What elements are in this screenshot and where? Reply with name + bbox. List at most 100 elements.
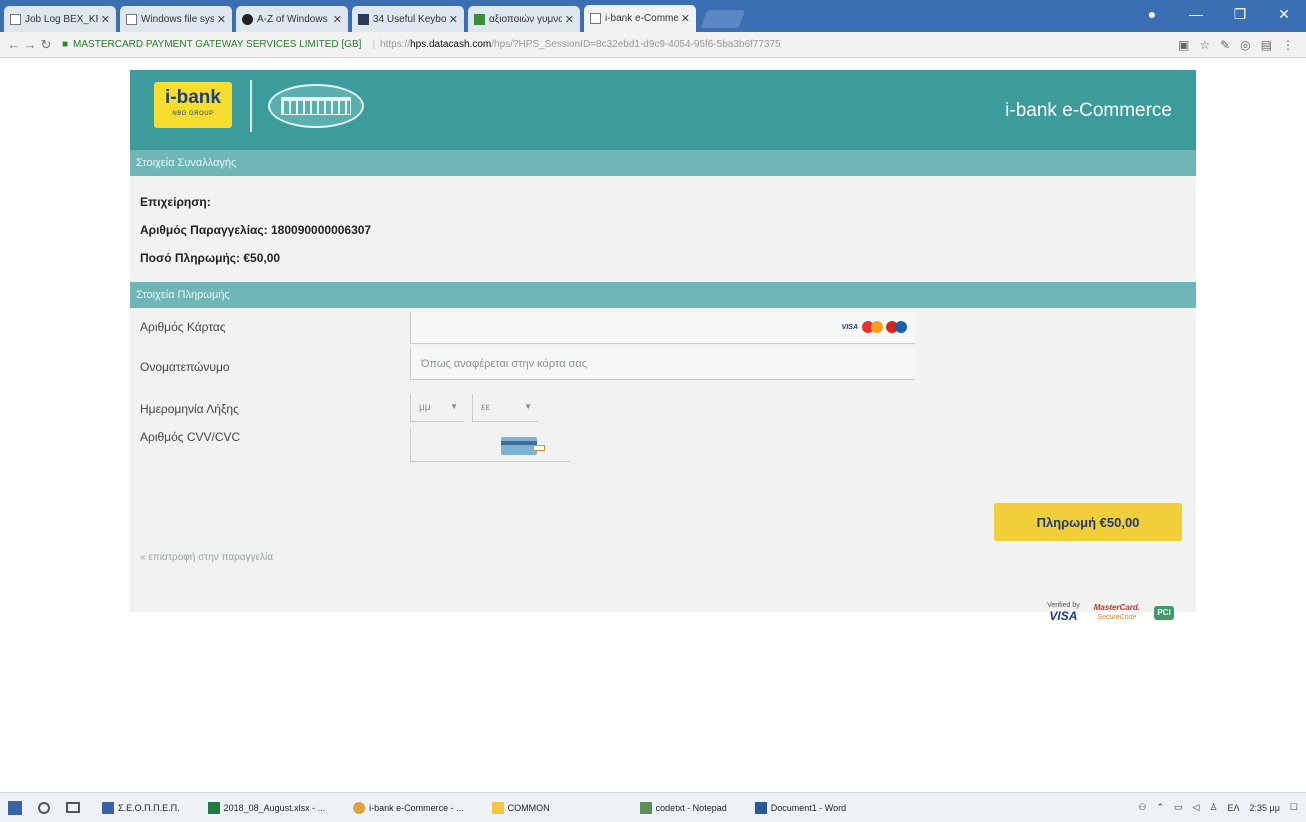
clock[interactable]: 2:35 μμ bbox=[1250, 803, 1280, 813]
close-tab-icon[interactable]: ✕ bbox=[449, 13, 458, 26]
extension-icon[interactable]: ▤ bbox=[1261, 38, 1272, 52]
url-separator: | bbox=[372, 39, 376, 50]
url-path: /hps/?HPS_SessionID=8c32ebd1-d9c9-4054-9… bbox=[491, 39, 781, 50]
taskbar-item[interactable]: 2018_08_August.xlsx - ... bbox=[207, 801, 325, 814]
security-badges: Verified by VISA MasterCard. SecureCode … bbox=[1047, 602, 1174, 631]
verified-by-visa-badge: Verified by VISA bbox=[1047, 602, 1080, 623]
browser-tab-bar: Job Log BEX_KRONOS_✕ Windows file system… bbox=[0, 0, 1306, 32]
language-indicator[interactable]: ΕΛ bbox=[1228, 803, 1240, 813]
windows-taskbar: Σ.Ε.Ο.Π.Π.Ε.Π. 2018_08_August.xlsx - ...… bbox=[0, 792, 1306, 822]
page-icon bbox=[126, 13, 137, 25]
system-tray: ⚇ ⌃ ▭ ◁ ♙ ΕΛ 2:35 μμ ☐ bbox=[1138, 802, 1306, 813]
payment-form: Αριθμός Κάρτας VISA Ονοματεπώνυμο Όπως α… bbox=[130, 308, 1196, 612]
ibank-logo: i-bank NBG GROUP bbox=[154, 82, 232, 128]
people-icon[interactable]: ⚇ bbox=[1138, 802, 1146, 813]
app-icon bbox=[102, 801, 114, 814]
minimize-icon[interactable]: — bbox=[1174, 6, 1218, 22]
close-tab-icon[interactable]: ✕ bbox=[333, 13, 342, 26]
extension-icon[interactable]: ◎ bbox=[1240, 38, 1250, 52]
pen-icon[interactable]: ✎ bbox=[1220, 38, 1230, 52]
card-number-input[interactable]: VISA bbox=[410, 312, 915, 344]
taskbar-item[interactable]: i-bank e-Commerce - ... bbox=[353, 801, 464, 814]
site-icon bbox=[358, 13, 369, 25]
pci-dss-badge: PCI DSS bbox=[1154, 605, 1174, 631]
order-number: Αριθμός Παραγγελίας: 180090000006307 bbox=[140, 223, 372, 237]
cardholder-label: Ονοματεπώνυμο bbox=[140, 360, 230, 374]
close-window-icon[interactable]: ✕ bbox=[1262, 6, 1306, 23]
card-back-cvv-icon bbox=[501, 437, 545, 455]
site-icon bbox=[242, 13, 253, 25]
merchant-label: Επιχείρηση: bbox=[140, 195, 211, 209]
taskbar-item[interactable]: COMMON bbox=[491, 801, 550, 814]
maximize-icon[interactable]: ❐ bbox=[1218, 6, 1262, 23]
dropdown-arrow-icon: ▼ bbox=[450, 402, 458, 411]
new-tab-button[interactable] bbox=[700, 10, 746, 28]
expiry-label: Ημερομηνία Λήξης bbox=[140, 402, 239, 416]
transaction-section-header: Στοιχεία Συναλλαγής bbox=[130, 150, 1196, 176]
cvv-label: Αριθμός CVV/CVC bbox=[140, 430, 241, 444]
close-tab-icon[interactable]: ✕ bbox=[101, 13, 110, 26]
user-icon[interactable]: ♙ bbox=[1209, 802, 1217, 813]
reload-icon[interactable]: ↻ bbox=[38, 37, 54, 53]
taskbar-item[interactable]: Σ.Ε.Ο.Π.Π.Ε.Π. bbox=[102, 801, 180, 814]
cardholder-placeholder: Όπως αναφέρεται στην κάρτα σας bbox=[421, 358, 588, 370]
browser-tab[interactable]: Windows file system utili✕ bbox=[120, 6, 232, 32]
transaction-details: Επιχείρηση: Αριθμός Παραγγελίας: 1800900… bbox=[130, 176, 1196, 282]
network-icon[interactable]: ▭ bbox=[1174, 802, 1183, 813]
visa-icon: VISA bbox=[841, 323, 858, 331]
payment-page: i-bank NBG GROUP i-bank e-Commerce Στοιχ… bbox=[130, 70, 1196, 631]
browser-tab[interactable]: A-Z of Windows CMD co✕ bbox=[236, 6, 348, 32]
header-divider bbox=[250, 80, 252, 132]
browser-tab[interactable]: αξιοποιών γυμναστικής✕ bbox=[468, 6, 580, 32]
forward-arrow-icon[interactable]: → bbox=[22, 37, 38, 52]
search-icon[interactable] bbox=[38, 801, 50, 814]
lock-icon: ■ bbox=[62, 39, 69, 50]
volume-icon[interactable]: ◁ bbox=[1193, 802, 1200, 813]
bookmark-star-icon[interactable]: ☆ bbox=[1199, 38, 1210, 52]
browser-tab[interactable]: 34 Useful Keyboard Sho✕ bbox=[352, 6, 464, 32]
address-bar: ← → ↻ ■ MASTERCARD PAYMENT GATEWAY SERVI… bbox=[0, 32, 1306, 58]
browser-extensions: ▣ ☆ ✎ ◎ ▤ ⋮ bbox=[1178, 38, 1300, 52]
page-title: i-bank e-Commerce bbox=[1005, 100, 1172, 121]
task-view-icon[interactable] bbox=[66, 802, 80, 813]
pay-button[interactable]: Πληρωμή €50,00 bbox=[994, 503, 1182, 541]
back-to-order-link[interactable]: « επιστροφή στην παραγγελία bbox=[140, 552, 273, 563]
certificate-org: MASTERCARD PAYMENT GATEWAY SERVICES LIMI… bbox=[73, 39, 362, 50]
notifications-icon[interactable]: ☐ bbox=[1290, 802, 1298, 813]
url-field[interactable]: ■ MASTERCARD PAYMENT GATEWAY SERVICES LI… bbox=[62, 35, 1170, 55]
expiry-month-select[interactable]: μμ ▼ bbox=[410, 394, 464, 422]
chevron-up-icon[interactable]: ⌃ bbox=[1156, 802, 1164, 813]
page-icon bbox=[590, 13, 601, 24]
close-tab-icon[interactable]: ✕ bbox=[565, 13, 574, 26]
taskbar-item[interactable]: Document1 - Word bbox=[754, 801, 846, 814]
excel-icon bbox=[207, 801, 220, 814]
close-tab-icon[interactable]: ✕ bbox=[681, 12, 690, 25]
mastercard-securecode-badge: MasterCard. SecureCode bbox=[1093, 602, 1140, 621]
word-icon bbox=[754, 801, 767, 814]
profile-icon[interactable]: ● bbox=[1130, 6, 1174, 22]
back-arrow-icon[interactable]: ← bbox=[6, 37, 22, 52]
translate-icon[interactable]: ▣ bbox=[1178, 38, 1189, 52]
site-icon bbox=[474, 13, 485, 25]
page-header: i-bank NBG GROUP i-bank e-Commerce bbox=[130, 70, 1196, 150]
notepad-icon bbox=[639, 801, 652, 814]
card-brands: VISA bbox=[842, 321, 907, 333]
window-controls: ● — ❐ ✕ bbox=[1130, 0, 1306, 28]
cvv-input[interactable] bbox=[410, 428, 570, 462]
cardholder-input[interactable]: Όπως αναφέρεται στην κάρτα σας bbox=[410, 348, 915, 380]
start-windows-icon[interactable] bbox=[8, 800, 22, 815]
url-scheme: https:// bbox=[380, 39, 411, 50]
payment-section-header: Στοιχεία Πληρωμής bbox=[130, 282, 1196, 308]
page-icon bbox=[10, 13, 21, 25]
url-host: hps.datacash.com bbox=[410, 39, 492, 50]
payment-amount: Ποσό Πληρωμής: €50,00 bbox=[140, 251, 281, 265]
taskbar-item[interactable]: codetxt - Notepad bbox=[639, 801, 727, 814]
expiry-year-select[interactable]: εε ▼ bbox=[472, 394, 538, 422]
browser-tab[interactable]: Job Log BEX_KRONOS_✕ bbox=[4, 6, 116, 32]
close-tab-icon[interactable]: ✕ bbox=[217, 13, 226, 26]
browser-tab-active[interactable]: i-bank e-Commerce✕ bbox=[584, 5, 696, 32]
menu-icon[interactable]: ⋮ bbox=[1282, 38, 1294, 52]
chrome-icon bbox=[353, 801, 366, 814]
card-number-label: Αριθμός Κάρτας bbox=[140, 320, 226, 334]
expiry-selects: μμ ▼ εε ▼ bbox=[410, 394, 570, 424]
